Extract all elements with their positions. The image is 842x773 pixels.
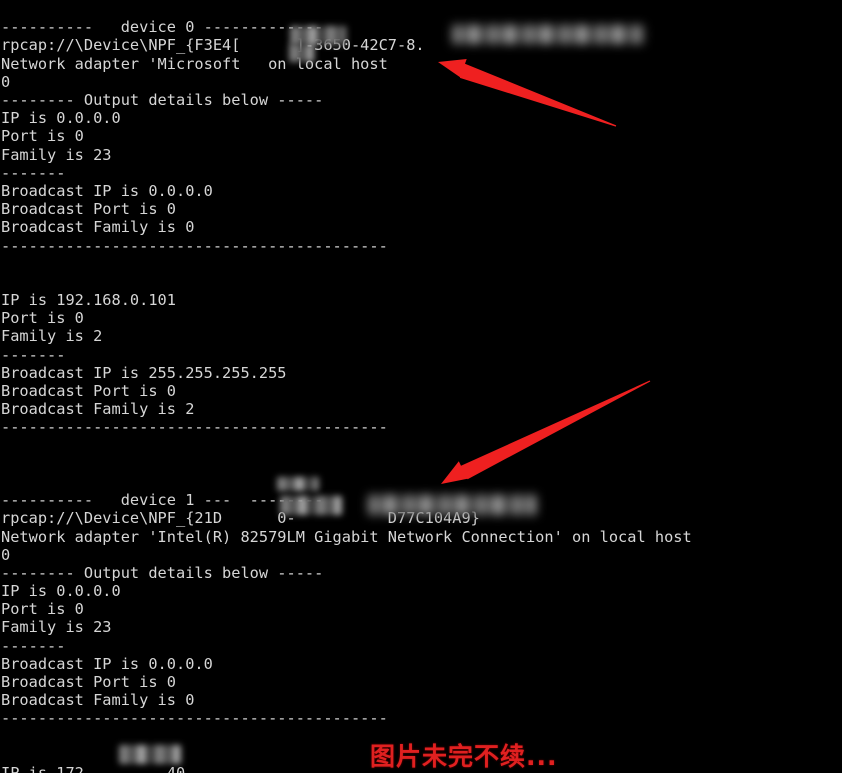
console-line: ---------- device 0 ------------- [1,18,324,37]
console-line: -------- Output details below ----- [1,563,324,582]
console-line: 0 [1,72,11,91]
console-line: Broadcast Family is 0 [1,691,195,710]
console-line: ----------------------------------------… [1,236,388,255]
console-line: Broadcast IP is 0.0.0.0 [1,654,213,673]
console-line: -------- Output details below ----- [1,91,324,110]
console-line: rpcap://\Device\NPF_{21D 0- D77C104A9} [1,509,480,528]
console-line: Port is 0 [1,127,84,146]
console-line: Family is 2 [1,327,103,346]
terminal-screenshot: ---------- device 0 ------------- rpcap:/… [0,0,842,773]
watermark-text: 图片未完不续... [370,742,558,771]
console-line: Network adapter 'Intel(R) 82579LM Gigabi… [1,527,692,546]
console-line: rpcap://\Device\NPF_{F3E4[ ]-3650-42C7-8… [1,36,425,55]
console-line: IP is 192.168.0.101 [1,291,176,310]
console-line: ----------------------------------------… [1,418,388,437]
console-line: Family is 23 [1,145,112,164]
console-line: Broadcast IP is 255.255.255.255 [1,363,287,382]
console-line: Family is 23 [1,618,112,637]
console-output: ---------- device 0 ------------- rpcap:/… [0,15,842,773]
console-line: ------- [1,345,66,364]
console-line: Port is 0 [1,309,84,328]
console-line: Port is 0 [1,600,84,619]
console-line: ---------- device 1 --- -------- [1,491,324,510]
console-line: IP is 0.0.0.0 [1,109,121,128]
console-line: Network adapter 'Microsoft on local host [1,54,388,73]
console-line: ------- [1,636,66,655]
console-line: Broadcast Port is 0 [1,200,176,219]
console-line: Broadcast Family is 2 [1,400,195,419]
console-line: IP is 0.0.0.0 [1,582,121,601]
console-line: Broadcast IP is 0.0.0.0 [1,181,213,200]
console-line: Broadcast Port is 0 [1,673,176,692]
console-line: ------- [1,163,66,182]
console-line: 0 [1,545,11,564]
console-line: Broadcast Family is 0 [1,218,195,237]
console-line: ----------------------------------------… [1,709,388,728]
console-line: Broadcast Port is 0 [1,382,176,401]
